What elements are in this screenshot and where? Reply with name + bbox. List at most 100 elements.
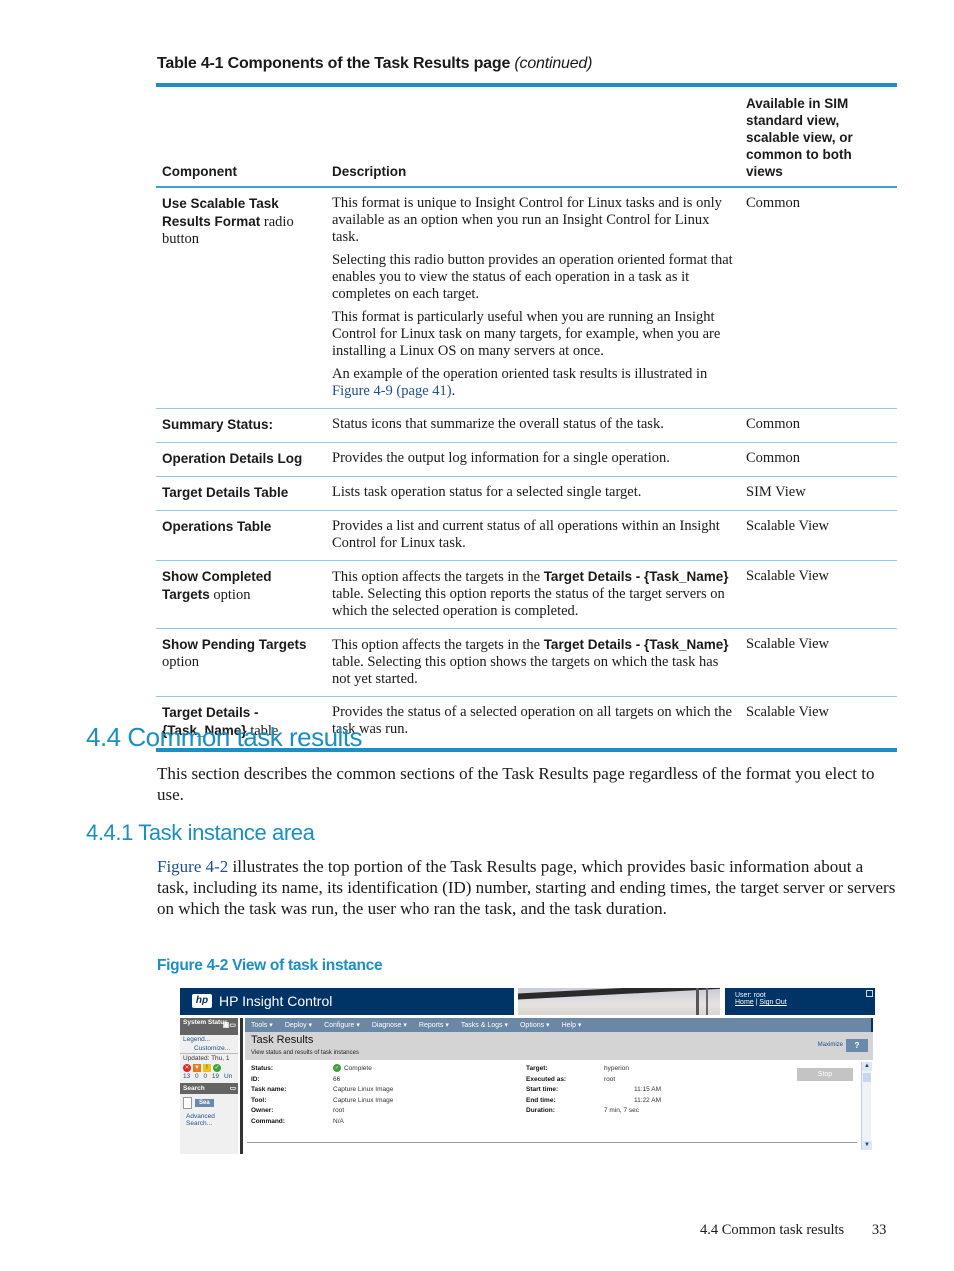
component-name: Operation Details Log: [162, 451, 303, 466]
normal-count[interactable]: 19 Un: [212, 1073, 232, 1080]
divider: [247, 1142, 857, 1143]
user-box: User: root Home | Sign Out: [725, 988, 875, 1015]
executed-as-label: Executed as:: [526, 1075, 567, 1083]
menu-help[interactable]: Help ▾: [562, 1021, 582, 1029]
status-value: ✓ Complete: [333, 1064, 483, 1075]
menu-diagnose[interactable]: Diagnose ▾: [372, 1021, 407, 1029]
table-row: Target Details Table Lists task operatio…: [156, 476, 897, 511]
owner-label: Owner:: [251, 1107, 274, 1114]
table-row: Summary Status: Status icons that summar…: [156, 408, 897, 443]
description-bold: Target Details - {Task_Name}: [543, 569, 729, 584]
description-cell: Provides the output log information for …: [326, 442, 740, 477]
major-count[interactable]: 0: [195, 1073, 199, 1080]
complete-check-icon: ✓: [333, 1064, 341, 1073]
description-bold: Target Details - {Task_Name}: [543, 637, 729, 652]
task-name-label: Task name:: [251, 1086, 287, 1093]
status-counts: 13 0 0 19 Un: [180, 1073, 238, 1080]
table-header-row: Component Description Available in SIM s…: [156, 83, 897, 188]
minor-icon[interactable]: !: [203, 1064, 211, 1072]
description-text: This option affects the targets in the: [332, 569, 544, 585]
task-details: Status: ID: Task name: Tool: Owner: Comm…: [245, 1060, 873, 1154]
search-header: Search ▭: [180, 1083, 238, 1094]
content-header: Task Results View status and results of …: [245, 1032, 873, 1060]
panel-controls-icon[interactable]: ▣▭: [223, 1022, 236, 1029]
components-table: Component Description Available in SIM s…: [156, 83, 897, 752]
search-button[interactable]: Sea: [195, 1099, 214, 1107]
tool-value: Capture Linux Image: [333, 1096, 394, 1104]
major-icon[interactable]: ▼: [193, 1064, 201, 1072]
scroll-thumb[interactable]: [863, 1073, 871, 1082]
system-status-header: System Status ▣▭: [180, 1018, 238, 1035]
search-input[interactable]: [183, 1097, 192, 1109]
critical-count[interactable]: 13: [183, 1073, 190, 1080]
home-link[interactable]: Home: [735, 999, 754, 1006]
task-instance-screenshot: hp HP Insight Control User: root Home | …: [180, 988, 875, 1154]
stop-button[interactable]: Stop: [797, 1068, 853, 1081]
description-text: This option affects the targets in the: [332, 637, 544, 653]
menu-tools[interactable]: Tools ▾: [251, 1021, 273, 1029]
scroll-up-icon[interactable]: ▲: [862, 1062, 872, 1071]
figure-4-2-link[interactable]: Figure 4-2: [157, 857, 228, 876]
user-label: User: root: [735, 992, 766, 999]
vertical-scrollbar[interactable]: ▲ ▼: [861, 1062, 872, 1150]
search-title: Search: [183, 1085, 205, 1092]
app-title: HP Insight Control: [219, 993, 333, 1009]
menu-deploy[interactable]: Deploy ▾: [285, 1021, 312, 1029]
left-field-labels: Status: ID: Task name: Tool: Owner: Comm…: [251, 1064, 331, 1127]
end-time-label: End time:: [526, 1096, 556, 1104]
availability-cell: Scalable View: [740, 696, 897, 752]
availability-cell: Common: [740, 187, 897, 409]
menu-reports[interactable]: Reports ▾: [419, 1021, 449, 1029]
menu-tasks-logs[interactable]: Tasks & Logs ▾: [461, 1021, 508, 1029]
start-time-label: Start time:: [526, 1086, 559, 1093]
id-label: ID:: [251, 1075, 260, 1083]
help-button[interactable]: ?: [846, 1039, 868, 1052]
availability-cell: Scalable View: [740, 560, 897, 629]
right-field-values: hyperion root 11:15 AM 11:22 AM 7 min, 7…: [604, 1064, 724, 1117]
description-text: table. Selecting this option shows the t…: [332, 654, 719, 687]
left-field-values: ✓ Complete 66 Capture Linux Image Capture…: [333, 1064, 483, 1127]
component-name: Summary Status:: [162, 417, 274, 432]
task-name-value: Capture Linux Image: [333, 1086, 394, 1093]
component-cell: Show Completed Targets option: [156, 560, 326, 629]
component-cell: Show Pending Targets option: [156, 628, 326, 697]
critical-icon[interactable]: ✕: [183, 1064, 191, 1072]
advanced-search-link[interactable]: Advanced Search...: [180, 1112, 238, 1128]
availability-cell: SIM View: [740, 476, 897, 511]
scroll-down-icon[interactable]: ▼: [862, 1141, 872, 1150]
right-field-labels: Target: Executed as: Start time: End tim…: [526, 1064, 606, 1117]
table-caption-continued: (continued): [514, 55, 593, 72]
left-nav: System Status ▣▭ Legend... Customize... …: [180, 1018, 238, 1154]
minor-count[interactable]: 0: [203, 1073, 207, 1080]
header-description: Description: [326, 83, 740, 188]
table-row: Use Scalable Task Results Format radio b…: [156, 187, 897, 409]
link-separator: |: [755, 999, 758, 1006]
hp-banner: hp HP Insight Control: [180, 988, 514, 1015]
bridge-tower-shape: [706, 988, 708, 1015]
status-text: Complete: [344, 1065, 372, 1072]
menu-bar: Tools ▾ Deploy ▾ Configure ▾ Diagnose ▾ …: [245, 1018, 873, 1032]
maximize-link[interactable]: Maximize: [818, 1042, 843, 1048]
component-cell: Use Scalable Task Results Format radio b…: [156, 187, 326, 409]
component-cell: Operations Table: [156, 510, 326, 561]
figure-4-9-link[interactable]: Figure 4-9 (page 41): [332, 383, 452, 399]
start-time-value: 11:15 AM: [634, 1086, 661, 1093]
nav-divider[interactable]: [240, 1018, 243, 1154]
menu-options[interactable]: Options ▾: [520, 1021, 550, 1029]
description-cell: Provides the status of a selected operat…: [326, 696, 740, 752]
component-name: Show Pending Targets: [162, 637, 307, 652]
sign-out-link[interactable]: Sign Out: [759, 999, 786, 1006]
customize-link[interactable]: Customize...: [180, 1044, 238, 1053]
description-cell: Lists task operation status for a select…: [326, 476, 740, 511]
table-caption: Table 4-1 Components of the Task Results…: [157, 55, 592, 73]
menu-configure[interactable]: Configure ▾: [324, 1021, 360, 1029]
collapse-icon[interactable]: ▭: [230, 1084, 236, 1092]
paragraph-text: illustrates the top portion of the Task …: [157, 857, 896, 918]
table-row: Operation Details Log Provides the outpu…: [156, 442, 897, 477]
description-para: Selecting this radio button provides an …: [332, 252, 733, 302]
description-cell: This format is unique to Insight Control…: [326, 187, 740, 409]
minimize-icon[interactable]: [866, 990, 873, 997]
normal-icon[interactable]: ✓: [213, 1064, 221, 1072]
description-para: This format is unique to Insight Control…: [332, 195, 722, 245]
legend-link[interactable]: Legend...: [180, 1035, 238, 1044]
